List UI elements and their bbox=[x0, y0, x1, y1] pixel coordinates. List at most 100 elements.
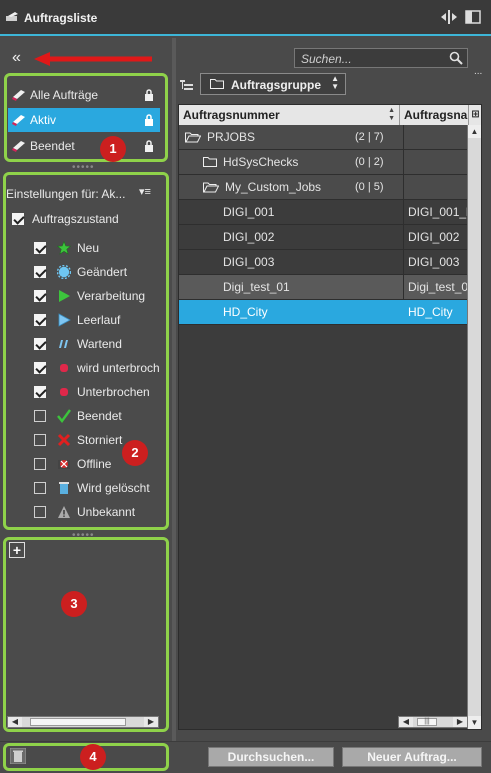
state-checkbox[interactable] bbox=[34, 314, 46, 326]
state-checkbox[interactable] bbox=[34, 242, 46, 254]
state-row[interactable]: Wartend bbox=[32, 333, 168, 355]
group-row[interactable]: HdSysChecks (0 | 2) bbox=[179, 150, 469, 175]
job-number-cell: PRJOBS bbox=[207, 130, 256, 144]
stop-dot-icon bbox=[60, 364, 68, 372]
cross-icon bbox=[57, 433, 71, 447]
scroll-down-button[interactable]: ▼ bbox=[468, 716, 481, 729]
state-checkbox[interactable] bbox=[34, 362, 46, 374]
state-row[interactable]: Verarbeitung bbox=[32, 285, 168, 307]
state-row[interactable]: Unterbrochen bbox=[32, 381, 168, 403]
table-horizontal-scrollbar[interactable]: ◀ ||| ▶ bbox=[398, 716, 468, 728]
search-icon[interactable] bbox=[449, 51, 463, 65]
tree-view-icon[interactable] bbox=[180, 79, 194, 91]
job-row[interactable]: DIGI_002 DIGI_002 bbox=[179, 225, 469, 250]
state-row[interactable]: Storniert bbox=[32, 429, 168, 451]
scroll-thumb[interactable]: ||| bbox=[417, 718, 437, 726]
window-title: Auftragsliste bbox=[24, 11, 98, 25]
filter-finished-label: Beendet bbox=[30, 139, 75, 153]
lock-icon bbox=[145, 114, 153, 126]
scroll-right-button[interactable]: ▶ bbox=[453, 717, 467, 727]
collapse-panel-button[interactable]: « bbox=[12, 50, 21, 66]
state-label: wird unterbroch bbox=[77, 361, 160, 375]
column-header-job-name[interactable]: Auftragsna bbox=[400, 105, 469, 125]
group-row[interactable]: PRJOBS (2 | 7) bbox=[179, 125, 469, 150]
state-checkbox[interactable] bbox=[34, 386, 46, 398]
state-checkbox[interactable] bbox=[34, 434, 46, 446]
scroll-left-button[interactable]: ◀ bbox=[8, 717, 22, 727]
scroll-left-button[interactable]: ◀ bbox=[399, 717, 413, 727]
left-horizontal-scrollbar[interactable]: ◀ ▶ bbox=[7, 716, 159, 728]
job-icon bbox=[12, 115, 25, 126]
play-outline-icon bbox=[58, 313, 71, 327]
column-header-job-number[interactable]: Auftragsnummer ▲ ▼ bbox=[179, 105, 400, 125]
state-checkbox[interactable] bbox=[34, 410, 46, 422]
new-job-button[interactable]: Neuer Auftrag... bbox=[342, 747, 482, 767]
state-row[interactable]: Wird gelöscht bbox=[32, 477, 168, 499]
more-options-icon[interactable]: ... bbox=[474, 66, 482, 77]
state-checkbox[interactable] bbox=[34, 458, 46, 470]
filter-all-jobs-label: Alle Aufträge bbox=[30, 88, 99, 102]
state-row[interactable]: Offline bbox=[32, 453, 168, 475]
job-icon bbox=[12, 90, 25, 101]
split-view-icon[interactable] bbox=[441, 10, 457, 24]
open-folder-icon bbox=[185, 132, 201, 143]
state-checkbox[interactable] bbox=[34, 506, 46, 518]
column-chooser-icon[interactable]: ⊞ bbox=[469, 105, 481, 125]
state-row[interactable]: Neu bbox=[32, 237, 168, 259]
browse-button[interactable]: Durchsuchen... bbox=[208, 747, 334, 767]
state-row[interactable]: Leerlauf bbox=[32, 309, 168, 331]
job-count-cell: (0 | 2) bbox=[355, 156, 384, 168]
settings-menu-icon[interactable]: ▾≡ bbox=[139, 185, 151, 198]
annotation-badge-4: 4 bbox=[80, 744, 106, 770]
trash-icon[interactable] bbox=[10, 748, 26, 764]
scroll-right-button[interactable]: ▶ bbox=[144, 717, 158, 727]
state-row[interactable]: wird unterbroch bbox=[32, 357, 168, 379]
state-checkbox[interactable] bbox=[34, 338, 46, 350]
pause-slanted-icon bbox=[59, 340, 68, 348]
scroll-up-button[interactable]: ▲ bbox=[468, 125, 481, 138]
table-vertical-scrollbar[interactable]: ▲ ▼ bbox=[467, 125, 481, 729]
state-checkbox[interactable] bbox=[34, 482, 46, 494]
state-label: Verarbeitung bbox=[77, 289, 146, 303]
job-icon bbox=[12, 141, 25, 152]
job-row[interactable]: DIGI_001 DIGI_001_l bbox=[179, 200, 469, 225]
folder-icon bbox=[210, 79, 224, 89]
job-name-cell: HD_City bbox=[403, 300, 469, 324]
state-label: Offline bbox=[77, 457, 112, 471]
group-by-dropdown[interactable]: Auftragsgruppe ▲ ▼ bbox=[200, 73, 346, 95]
job-row[interactable]: HD_City HD_City bbox=[179, 300, 469, 325]
job-list-icon bbox=[6, 12, 18, 21]
highlight-box-3 bbox=[3, 537, 169, 732]
left-panel: « Alle Aufträge Aktiv Beendet 1 ••••• Ei… bbox=[0, 38, 172, 741]
job-row[interactable]: DIGI_003 DIGI_003 bbox=[179, 250, 469, 275]
state-checkbox[interactable] bbox=[34, 266, 46, 278]
state-label: Neu bbox=[77, 241, 100, 255]
job-state-header-label: Auftragszustand bbox=[32, 212, 119, 226]
filter-finished[interactable]: Beendet bbox=[8, 134, 160, 158]
annotation-badge-1: 1 bbox=[100, 136, 126, 162]
state-row[interactable]: Beendet bbox=[32, 405, 168, 427]
scroll-thumb[interactable] bbox=[30, 718, 126, 726]
job-name-cell: Digi_test_0 bbox=[403, 275, 469, 299]
state-label: Beendet bbox=[77, 409, 122, 423]
filter-active[interactable]: Aktiv bbox=[8, 108, 160, 132]
state-row[interactable]: Unbekannt bbox=[32, 501, 168, 523]
settings-for-label: Einstellungen für: Ak... bbox=[6, 187, 126, 201]
state-checkbox[interactable] bbox=[34, 290, 46, 302]
job-state-header-checkbox[interactable] bbox=[12, 213, 24, 225]
filter-all-jobs[interactable]: Alle Aufträge bbox=[8, 83, 160, 107]
add-filter-button[interactable]: + bbox=[9, 542, 25, 558]
job-name-cell: DIGI_001_l bbox=[403, 200, 469, 224]
job-number-cell: DIGI_003 bbox=[223, 255, 275, 269]
lock-icon bbox=[145, 89, 153, 101]
state-label: Unbekannt bbox=[77, 505, 136, 519]
job-count-cell: (2 | 7) bbox=[355, 131, 384, 143]
job-number-cell: Digi_test_01 bbox=[223, 280, 290, 294]
panel-layout-icon[interactable] bbox=[465, 10, 481, 24]
annotation-badge-2: 2 bbox=[122, 440, 148, 466]
search-input[interactable] bbox=[299, 50, 443, 68]
state-row[interactable]: Geändert bbox=[32, 261, 168, 283]
job-row[interactable]: Digi_test_01 Digi_test_0 bbox=[179, 275, 469, 300]
job-name-cell bbox=[403, 125, 469, 149]
group-row[interactable]: My_Custom_Jobs (0 | 5) bbox=[179, 175, 469, 200]
